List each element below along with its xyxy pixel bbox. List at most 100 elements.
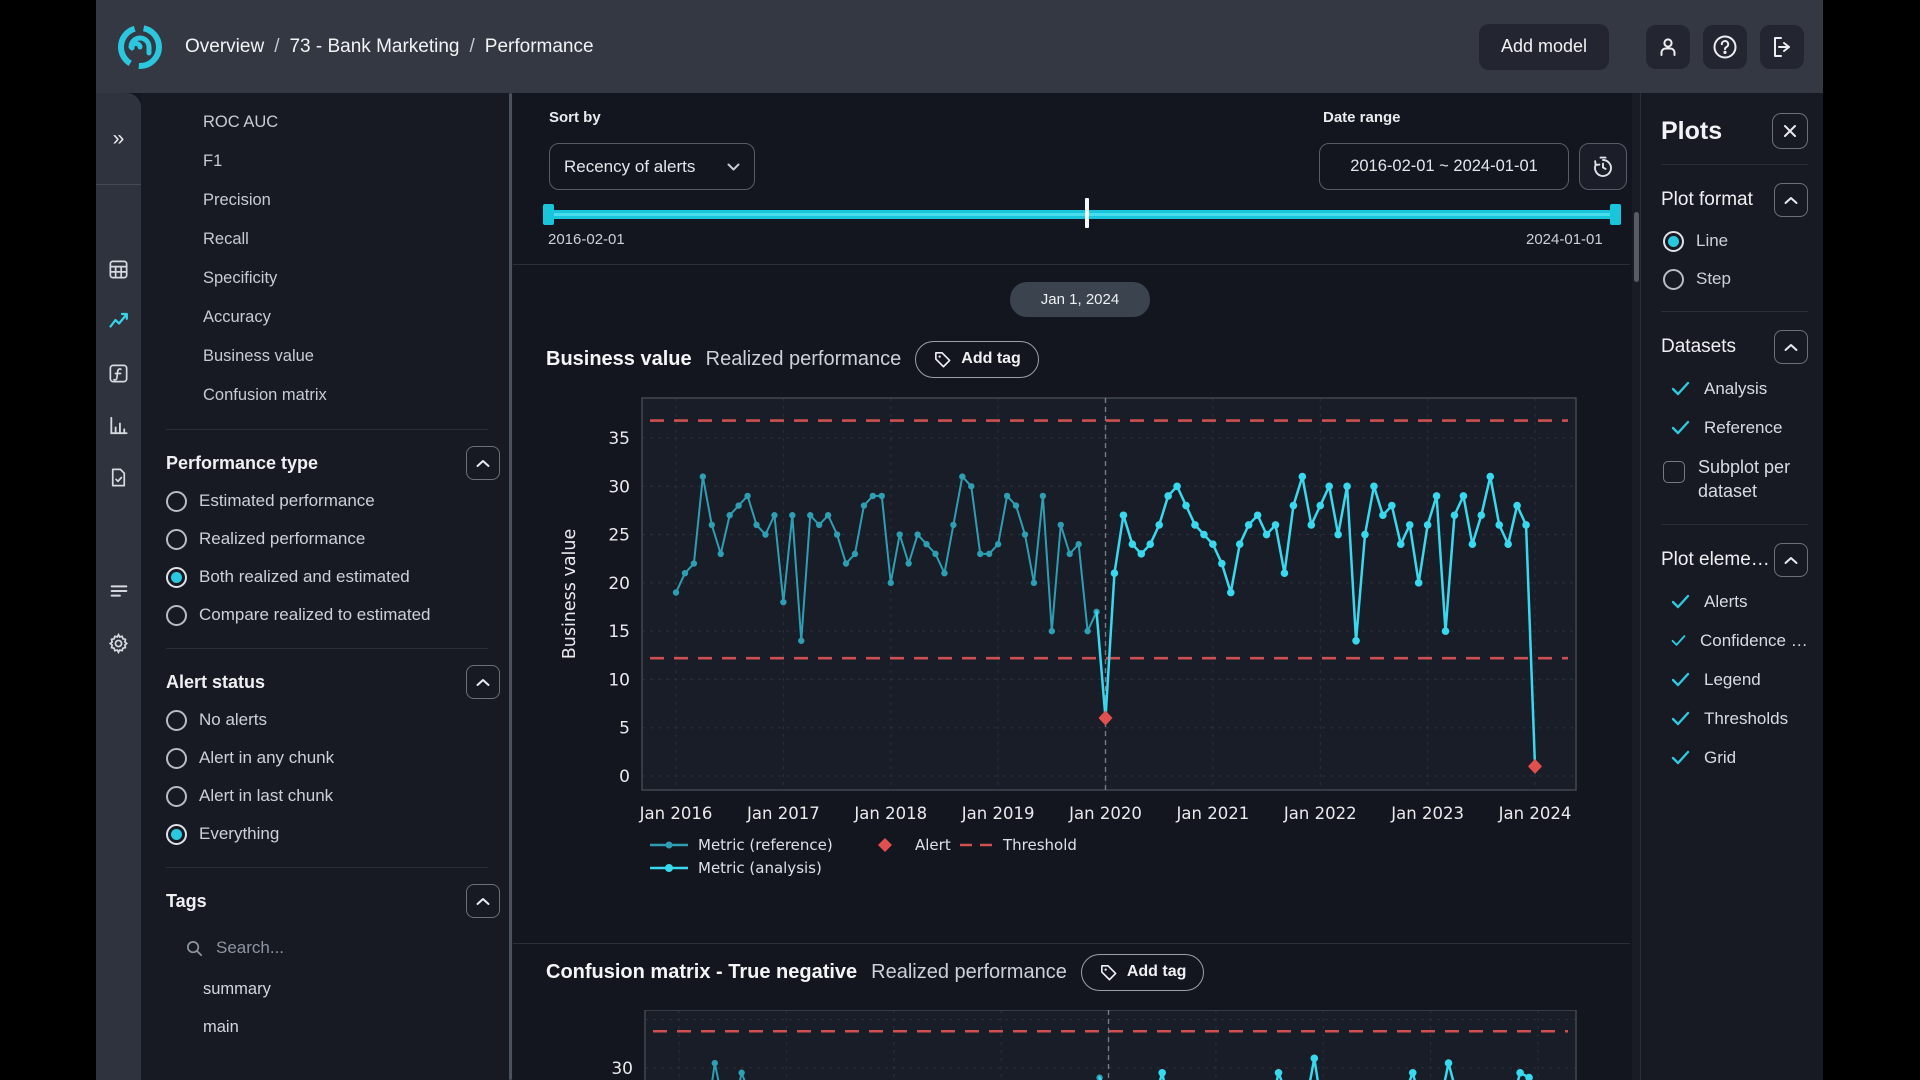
radio-estimated-performance[interactable]: Estimated performance xyxy=(141,482,513,520)
trend-up-icon xyxy=(107,309,131,333)
svg-text:5: 5 xyxy=(619,719,630,739)
check-confidence-bands[interactable]: Confidence bands xyxy=(1661,621,1808,660)
svg-text:Jan 2017: Jan 2017 xyxy=(746,804,820,823)
chevron-up-icon xyxy=(476,459,490,468)
rail-item-logs[interactable] xyxy=(96,565,141,617)
rail-item-data[interactable] xyxy=(96,243,141,295)
chart-1-add-tag-button[interactable]: Add tag xyxy=(915,341,1039,378)
question-icon xyxy=(1712,34,1738,60)
radio-realized-performance[interactable]: Realized performance xyxy=(141,520,513,558)
radio-plot-format-step[interactable]: Step xyxy=(1661,260,1808,298)
metric-item-specificity[interactable]: Specificity xyxy=(141,259,513,298)
slider-handle-start[interactable] xyxy=(543,204,554,225)
metric-item-recall[interactable]: Recall xyxy=(141,220,513,259)
checkmark-icon xyxy=(1671,381,1690,396)
gear-icon xyxy=(107,632,130,655)
plot-elements-collapse-button[interactable] xyxy=(1774,543,1808,577)
radio-everything[interactable]: Everything xyxy=(141,815,513,853)
radio-label: Alert in last chunk xyxy=(199,786,333,806)
radio-no-alerts[interactable]: No alerts xyxy=(141,701,513,739)
add-model-button[interactable]: Add model xyxy=(1479,24,1609,70)
radio-both-realized-estimated[interactable]: Both realized and estimated xyxy=(141,558,513,596)
check-label: Alerts xyxy=(1704,592,1747,612)
breadcrumb-overview[interactable]: Overview xyxy=(185,36,264,58)
function-icon xyxy=(107,362,130,385)
alert-status-title: Alert status xyxy=(166,672,265,693)
check-grid[interactable]: Grid xyxy=(1661,738,1808,777)
tags-search-input[interactable] xyxy=(214,937,434,959)
check-alerts[interactable]: Alerts xyxy=(1661,582,1808,621)
date-range-input[interactable] xyxy=(1319,143,1569,190)
tag-item-main[interactable]: main xyxy=(141,1008,513,1046)
sort-by-select[interactable]: Recency of alerts xyxy=(549,143,755,190)
svg-text:25: 25 xyxy=(608,526,630,546)
expand-sidebar-button[interactable]: » xyxy=(96,93,141,185)
rail-item-performance[interactable] xyxy=(96,295,141,347)
business-value-chart[interactable]: 05101520253035Jan 2016Jan 2017Jan 2018Ja… xyxy=(553,390,1633,895)
radio-alert-any-chunk[interactable]: Alert in any chunk xyxy=(141,739,513,777)
chart-2-add-tag-button[interactable]: Add tag xyxy=(1081,954,1205,991)
radio-icon xyxy=(166,491,187,512)
slider-handle-end[interactable] xyxy=(1610,204,1621,225)
checkmark-icon xyxy=(1671,594,1690,609)
radio-label: Compare realized to estimated xyxy=(199,605,431,625)
confusion-matrix-chart[interactable]: 30 xyxy=(553,1010,1633,1080)
tags-title: Tags xyxy=(166,891,207,912)
check-label: Reference xyxy=(1704,418,1782,438)
check-legend[interactable]: Legend xyxy=(1661,660,1808,699)
date-range-slider[interactable] xyxy=(548,210,1616,219)
alert-status-collapse-button[interactable] xyxy=(466,665,500,699)
performance-type-collapse-button[interactable] xyxy=(466,446,500,480)
check-label: Thresholds xyxy=(1704,709,1788,729)
check-thresholds[interactable]: Thresholds xyxy=(1661,699,1808,738)
rail-item-settings[interactable] xyxy=(96,617,141,669)
rail-item-results[interactable] xyxy=(96,399,141,451)
svg-text:20: 20 xyxy=(608,574,630,594)
plot-format-collapse-button[interactable] xyxy=(1774,183,1808,217)
slider-current-date-marker[interactable] xyxy=(1085,198,1089,228)
performance-type-title: Performance type xyxy=(166,453,318,474)
check-analysis[interactable]: Analysis xyxy=(1661,369,1808,408)
svg-text:Threshold: Threshold xyxy=(1002,836,1077,854)
svg-text:Metric (analysis): Metric (analysis) xyxy=(698,859,822,877)
metric-item-confusion-matrix[interactable]: Confusion matrix xyxy=(141,376,513,415)
radio-icon xyxy=(1663,269,1684,290)
date-range-label: Date range xyxy=(1323,109,1401,126)
chevron-up-icon xyxy=(1784,556,1798,565)
breadcrumb-model[interactable]: 73 - Bank Marketing xyxy=(289,36,459,58)
svg-text:Jan 2023: Jan 2023 xyxy=(1390,804,1464,823)
metric-item-precision[interactable]: Precision xyxy=(141,181,513,220)
check-label: Analysis xyxy=(1704,379,1767,399)
top-navbar: Overview / 73 - Bank Marketing / Perform… xyxy=(96,0,1823,93)
rail-item-reports[interactable] xyxy=(96,451,141,503)
reset-date-range-button[interactable] xyxy=(1579,143,1627,190)
menu-lines-icon xyxy=(108,580,130,602)
metric-item-roc-auc[interactable]: ROC AUC xyxy=(141,103,513,142)
tag-item-summary[interactable]: summary xyxy=(141,970,513,1008)
metric-item-f1[interactable]: F1 xyxy=(141,142,513,181)
radio-plot-format-line[interactable]: Line xyxy=(1661,222,1808,260)
help-button[interactable] xyxy=(1703,25,1747,69)
radio-compare-realized-estimated[interactable]: Compare realized to estimated xyxy=(141,596,513,634)
metric-item-business-value[interactable]: Business value xyxy=(141,337,513,376)
logout-button[interactable] xyxy=(1760,25,1804,69)
radio-label: Alert in any chunk xyxy=(199,748,334,768)
tags-collapse-button[interactable] xyxy=(466,884,500,918)
check-reference[interactable]: Reference xyxy=(1661,408,1808,447)
sidebar-scrollbar[interactable] xyxy=(509,93,512,1080)
divider xyxy=(513,264,1630,265)
chevron-up-icon xyxy=(476,678,490,687)
user-account-button[interactable] xyxy=(1646,25,1690,69)
checkbox-subplot-per-dataset[interactable]: Subplot per dataset xyxy=(1661,447,1808,511)
metric-item-accuracy[interactable]: Accuracy xyxy=(141,298,513,337)
nannyml-logo-icon[interactable] xyxy=(117,24,163,70)
rail-item-functions[interactable] xyxy=(96,347,141,399)
datasets-collapse-button[interactable] xyxy=(1774,330,1808,364)
radio-alert-last-chunk[interactable]: Alert in last chunk xyxy=(141,777,513,815)
add-tag-label: Add tag xyxy=(961,350,1021,368)
main-scrollbar-thumb[interactable] xyxy=(1634,212,1639,282)
radio-icon xyxy=(166,786,187,807)
svg-text:Business value: Business value xyxy=(560,529,580,660)
plots-panel-close-button[interactable] xyxy=(1772,113,1808,149)
chart-1-subtitle: Realized performance xyxy=(706,348,902,371)
